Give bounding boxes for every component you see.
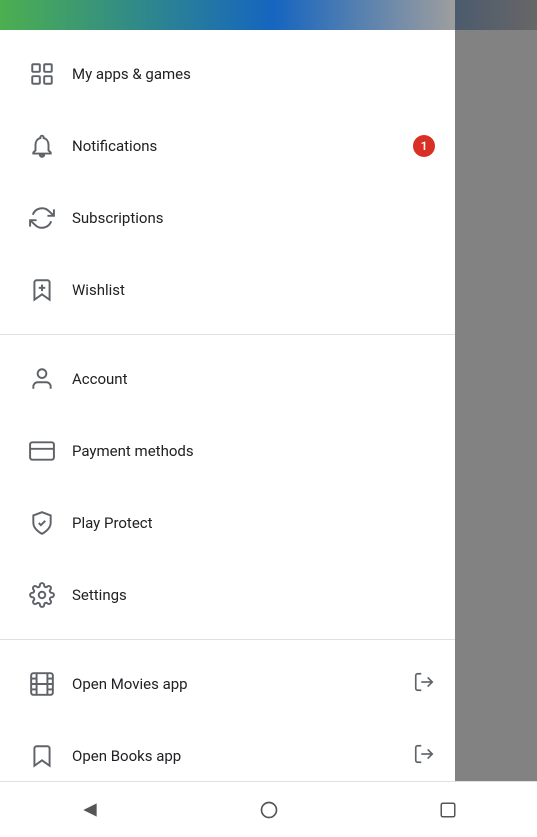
menu-item-open-movies-app[interactable]: Open Movies app	[0, 648, 455, 720]
menu-section-3: Open Movies app Open Books app	[0, 639, 455, 800]
notifications-badge: 1	[413, 135, 435, 157]
open-books-external-icon	[413, 743, 435, 769]
open-movies-app-label: Open Movies app	[72, 675, 405, 693]
menu-item-account[interactable]: Account	[0, 343, 455, 415]
play-protect-label: Play Protect	[72, 514, 435, 532]
open-movies-external-icon	[413, 671, 435, 697]
payment-methods-label: Payment methods	[72, 442, 435, 460]
subscriptions-label: Subscriptions	[72, 209, 435, 227]
menu-item-notifications[interactable]: Notifications 1	[0, 110, 455, 182]
film-icon	[20, 662, 64, 706]
menu-item-wishlist[interactable]: Wishlist	[0, 254, 455, 326]
bottom-navigation-bar	[0, 781, 537, 837]
navigation-drawer: My apps & games Notifications 1 Subscrip…	[0, 0, 455, 837]
my-apps-games-label: My apps & games	[72, 65, 435, 83]
notifications-label: Notifications	[72, 137, 405, 155]
open-books-app-label: Open Books app	[72, 747, 405, 765]
refresh-icon	[20, 196, 64, 240]
grid-icon	[20, 52, 64, 96]
drawer-header	[0, 0, 455, 30]
credit-card-icon	[20, 429, 64, 473]
menu-item-play-protect[interactable]: Play Protect	[0, 487, 455, 559]
menu-item-payment-methods[interactable]: Payment methods	[0, 415, 455, 487]
menu-item-settings[interactable]: Settings	[0, 559, 455, 631]
account-label: Account	[72, 370, 435, 388]
bell-icon	[20, 124, 64, 168]
book-icon	[20, 734, 64, 778]
bookmark-add-icon	[20, 268, 64, 312]
home-button[interactable]	[247, 788, 291, 832]
recents-button[interactable]	[426, 788, 470, 832]
menu-section-1: My apps & games Notifications 1 Subscrip…	[0, 30, 455, 334]
person-icon	[20, 357, 64, 401]
menu-item-my-apps-games[interactable]: My apps & games	[0, 38, 455, 110]
back-button[interactable]	[68, 788, 112, 832]
menu-item-subscriptions[interactable]: Subscriptions	[0, 182, 455, 254]
gear-icon	[20, 573, 64, 617]
shield-icon	[20, 501, 64, 545]
wishlist-label: Wishlist	[72, 281, 435, 299]
settings-label: Settings	[72, 586, 435, 604]
menu-section-2: Account Payment methods Play Protect	[0, 334, 455, 639]
